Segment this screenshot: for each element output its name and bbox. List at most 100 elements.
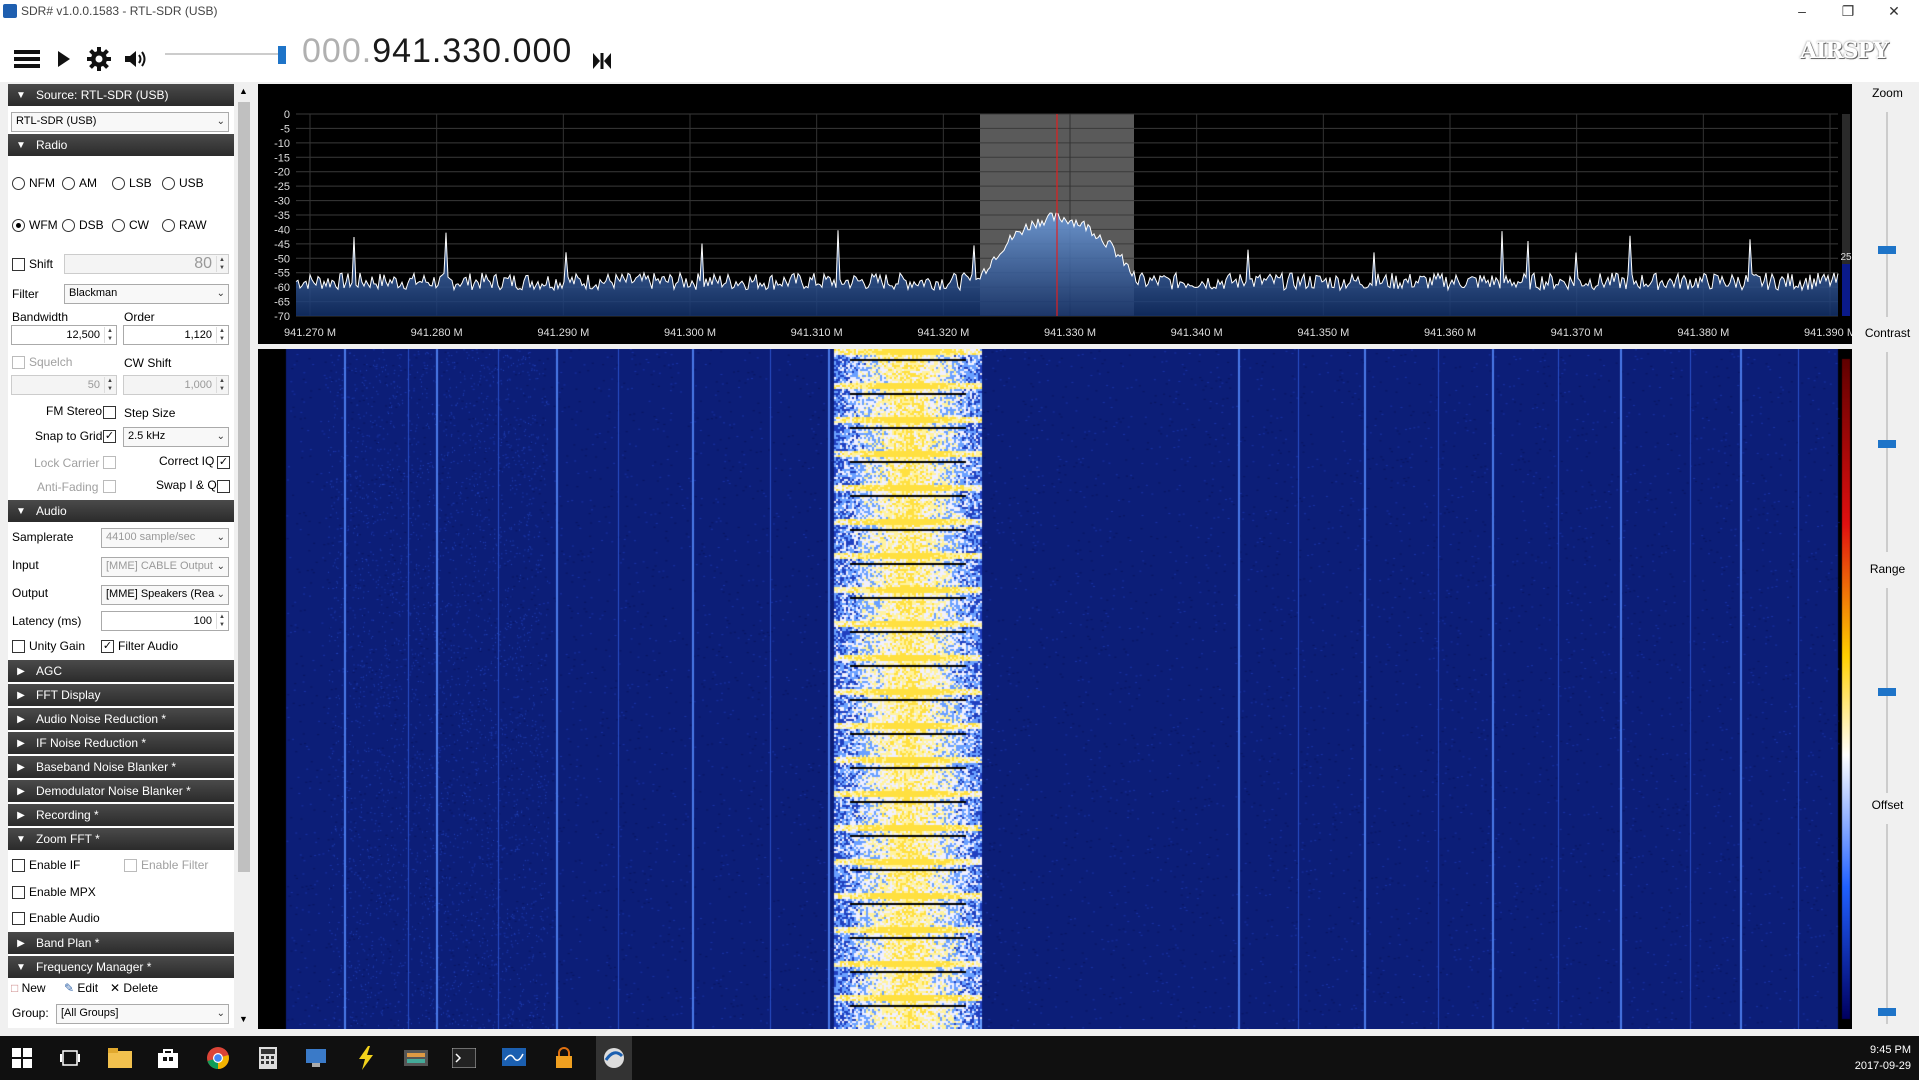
edit-button[interactable]: ✎ Edit [64, 981, 98, 995]
latency-input[interactable]: 100 ▲ ▼ [101, 611, 229, 631]
filter-audio-checkbox[interactable]: ✓ [101, 640, 114, 653]
close-button[interactable]: ✕ [1871, 0, 1917, 22]
system-clock[interactable]: 9:45 PM 2017-09-29 [1855, 1042, 1911, 1074]
media-app-button[interactable] [402, 1044, 430, 1072]
cw-shift-input[interactable]: 1,000 ▲ ▼ [123, 375, 229, 395]
range-slider[interactable] [1878, 688, 1896, 696]
center-frequency-button[interactable] [590, 46, 614, 76]
order-input[interactable]: 1,120 ▲ ▼ [123, 325, 229, 345]
swap-iq-checkbox[interactable] [217, 480, 230, 493]
menu-button[interactable] [12, 44, 42, 74]
collapse-icon: ▼ [16, 139, 26, 151]
source-device-select[interactable]: RTL-SDR (USB) ⌄ [11, 112, 229, 132]
bandwidth-input[interactable]: 12,500 ▲ ▼ [11, 325, 117, 345]
monitor-app-button[interactable] [500, 1044, 528, 1072]
task-view-button[interactable] [56, 1044, 84, 1072]
mode-label-dsb: DSB [79, 218, 104, 232]
play-button[interactable] [52, 44, 76, 74]
terminal-button[interactable] [450, 1044, 478, 1072]
bandwidth-label: Bandwidth [12, 310, 69, 324]
frequency-display[interactable]: 000.941.330.000 [302, 32, 572, 71]
spectrum-analyzer[interactable]: 0 -5 -10 -15 -20 -25 -30 -35 -40 -45 -50 -55 -60 -65 -… [258, 84, 1856, 344]
zoom-slider[interactable] [1878, 246, 1896, 254]
calculator-button[interactable] [254, 1044, 282, 1072]
section-header-fft-display[interactable]: ▶ FFT Display [8, 684, 234, 706]
band-plan-header[interactable]: ▶ Band Plan * [8, 932, 234, 954]
enable-filter-checkbox[interactable] [124, 859, 137, 872]
section-header-baseband-noise-blanker[interactable]: ▶ Baseband Noise Blanker * [8, 756, 234, 778]
new-icon: □ [11, 981, 19, 995]
input-select[interactable]: [MME] CABLE Output ⌄ [101, 557, 229, 577]
minimize-button[interactable]: – [1779, 0, 1825, 22]
shift-checkbox[interactable] [12, 258, 25, 271]
mode-radio-raw[interactable] [162, 219, 175, 232]
squelch-input[interactable]: 50 ▲ ▼ [11, 375, 117, 395]
left-panel-scrollbar[interactable]: ▲ ▼ [236, 84, 252, 1028]
expand-icon: ▶ [17, 809, 25, 821]
mode-radio-am[interactable] [62, 177, 75, 190]
group-select[interactable]: [All Groups] ⌄ [56, 1004, 229, 1024]
section-header-demodulator-noise-blanker[interactable]: ▶ Demodulator Noise Blanker * [8, 780, 234, 802]
mode-radio-nfm[interactable] [12, 177, 25, 190]
delete-button[interactable]: ✕ Delete [110, 981, 158, 995]
sdr-app-button[interactable] [596, 1036, 632, 1080]
start-button[interactable] [8, 1044, 36, 1072]
volume-button[interactable] [122, 44, 152, 74]
db-tick-label: -45 [274, 239, 290, 251]
restore-button[interactable]: ❐ [1825, 0, 1871, 22]
volume-thumb[interactable] [278, 46, 286, 64]
store-button[interactable] [154, 1044, 182, 1072]
correct-iq-checkbox[interactable]: ✓ [217, 456, 230, 469]
anti-fading-checkbox[interactable] [103, 480, 116, 493]
mode-radio-usb[interactable] [162, 177, 175, 190]
radio-header[interactable]: ▼ Radio [8, 134, 234, 156]
section-header-agc[interactable]: ▶ AGC [8, 660, 234, 682]
scroll-down-icon[interactable]: ▼ [239, 1014, 248, 1024]
file-explorer-button[interactable] [106, 1044, 134, 1072]
mode-radio-dsb[interactable] [62, 219, 75, 232]
squelch-checkbox[interactable] [12, 356, 25, 369]
offset-slider[interactable] [1878, 1008, 1896, 1016]
unity-gain-checkbox[interactable] [12, 640, 25, 653]
order-value: 1,120 [184, 329, 212, 341]
section-header-recording[interactable]: ▶ Recording * [8, 804, 234, 826]
enable-mpx-label: Enable MPX [29, 885, 96, 899]
group-label: Group: [12, 1006, 49, 1020]
enable-if-checkbox[interactable] [12, 859, 25, 872]
fm-stereo-checkbox[interactable] [103, 406, 116, 419]
chrome-button[interactable] [204, 1044, 232, 1072]
settings-button[interactable] [84, 44, 114, 74]
audio-header[interactable]: ▼ Audio [8, 500, 234, 522]
expand-icon: ▶ [17, 785, 25, 797]
lightning-app-button[interactable] [352, 1044, 380, 1072]
scroll-up-icon[interactable]: ▲ [239, 86, 248, 96]
mode-radio-lsb[interactable] [112, 177, 125, 190]
section-header-label: IF Noise Reduction * [36, 736, 147, 750]
freq-tick-label: 941.350 M [1297, 327, 1349, 339]
filter-select[interactable]: Blackman ⌄ [64, 284, 229, 304]
scrollbar-thumb[interactable] [238, 102, 250, 872]
contrast-slider[interactable] [1878, 440, 1896, 448]
enable-audio-checkbox[interactable] [12, 912, 25, 925]
mode-radio-wfm[interactable] [12, 219, 25, 232]
section-header-audio-noise-reduction[interactable]: ▶ Audio Noise Reduction * [8, 708, 234, 730]
zoom-fft-header[interactable]: ▼ Zoom FFT * [8, 828, 234, 850]
volume-slider[interactable] [165, 46, 286, 64]
samplerate-select[interactable]: 44100 sample/sec ⌄ [101, 528, 229, 548]
waterfall-display[interactable] [258, 349, 1852, 1029]
shift-value[interactable]: 80 ▲ ▼ [64, 254, 229, 274]
lock-carrier-checkbox[interactable] [103, 456, 116, 469]
source-header[interactable]: ▼ Source: RTL-SDR (USB) [8, 84, 234, 106]
frequency-manager-header[interactable]: ▼ Frequency Manager * [8, 956, 234, 978]
output-select[interactable]: [MME] Speakers (Rea ⌄ [101, 585, 229, 605]
section-header-if-noise-reduction[interactable]: ▶ IF Noise Reduction * [8, 732, 234, 754]
snap-to-grid-checkbox[interactable]: ✓ [103, 430, 116, 443]
collapse-icon: ▼ [16, 833, 26, 845]
lock-app-button[interactable] [550, 1044, 578, 1072]
mode-radio-cw[interactable] [112, 219, 125, 232]
step-size-select[interactable]: 2.5 kHz ⌄ [123, 427, 229, 447]
enable-mpx-checkbox[interactable] [12, 886, 25, 899]
network-app-button[interactable] [302, 1044, 330, 1072]
level-bar-value: 25 [1840, 252, 1852, 263]
new-button[interactable]: □ New [11, 981, 46, 995]
